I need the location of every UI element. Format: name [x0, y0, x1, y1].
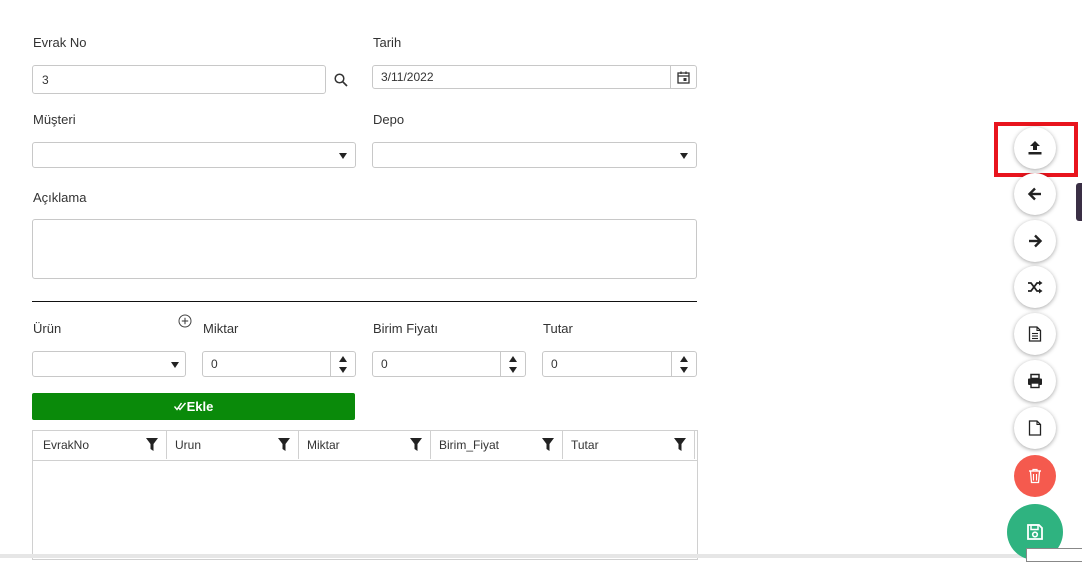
chevron-up-icon[interactable]	[509, 355, 517, 362]
birim-fiyati-stepper[interactable]: 0	[372, 351, 526, 377]
new-document-icon	[1028, 420, 1042, 436]
ekle-label: Ekle	[186, 399, 214, 414]
miktar-stepper[interactable]: 0	[202, 351, 356, 377]
tutar-stepper[interactable]: 0	[542, 351, 697, 377]
chevron-up-icon[interactable]	[339, 355, 347, 362]
column-header-tutar[interactable]: Tutar	[563, 431, 695, 459]
search-button[interactable]	[327, 65, 355, 94]
trash-icon	[1029, 468, 1041, 484]
calendar-button[interactable]	[670, 66, 696, 88]
miktar-spinner[interactable]	[330, 352, 355, 376]
urun-label: Ürün	[33, 321, 62, 336]
filter-icon[interactable]	[410, 438, 422, 451]
save-icon	[1027, 524, 1043, 540]
side-panel-tab[interactable]	[1076, 183, 1082, 221]
shuffle-icon	[1028, 280, 1043, 294]
column-header-evrakno[interactable]: EvrakNo	[35, 431, 167, 459]
chevron-down-icon	[339, 153, 347, 159]
print-icon	[1028, 373, 1042, 389]
evrak-no-value: 3	[42, 73, 49, 87]
musteri-select[interactable]	[32, 142, 356, 168]
tarih-label: Tarih	[373, 35, 402, 50]
birim-fiyati-label: Birim Fiyatı	[373, 321, 438, 336]
plus-circle-icon	[178, 314, 192, 328]
print-button[interactable]	[1014, 360, 1056, 402]
column-header-urun[interactable]: Urun	[167, 431, 299, 459]
aciklama-label: Açıklama	[33, 190, 87, 205]
filter-icon[interactable]	[278, 438, 290, 451]
check-double-icon	[173, 402, 186, 411]
previous-button[interactable]	[1014, 173, 1056, 215]
chevron-down-icon	[171, 362, 179, 368]
chevron-down-icon[interactable]	[339, 366, 347, 373]
depo-select[interactable]	[372, 142, 697, 168]
chevron-down-icon[interactable]	[680, 366, 688, 373]
ekle-button[interactable]: Ekle	[32, 393, 355, 420]
page-bottom-edge	[0, 554, 1082, 558]
search-icon	[334, 72, 348, 87]
tutar-label: Tutar	[543, 321, 573, 336]
aciklama-textarea[interactable]	[32, 219, 697, 279]
arrow-left-icon	[1027, 187, 1041, 201]
new-document-button[interactable]	[1014, 407, 1056, 449]
tarih-value: 3/11/2022	[381, 70, 434, 84]
document-button[interactable]	[1014, 313, 1056, 355]
shuffle-button[interactable]	[1014, 266, 1056, 308]
arrow-right-icon	[1029, 234, 1043, 248]
grid-header: EvrakNo Urun Miktar Birim_Fiyat Tutar	[33, 431, 697, 461]
column-header-miktar[interactable]: Miktar	[299, 431, 431, 459]
add-product-button[interactable]	[178, 314, 192, 328]
musteri-label: Müşteri	[33, 112, 76, 127]
miktar-label: Miktar	[203, 321, 239, 336]
section-divider	[32, 301, 697, 302]
delete-button[interactable]	[1014, 455, 1056, 497]
tarih-input[interactable]: 3/11/2022	[372, 65, 697, 89]
evrak-no-input[interactable]: 3	[32, 65, 326, 94]
birim-fiyati-spinner[interactable]	[500, 352, 525, 376]
column-header-birim-fiyat[interactable]: Birim_Fiyat	[431, 431, 563, 459]
filter-icon[interactable]	[542, 438, 554, 451]
filter-icon[interactable]	[674, 438, 686, 451]
chevron-up-icon[interactable]	[680, 355, 688, 362]
evrak-no-label: Evrak No	[33, 35, 87, 50]
urun-select[interactable]	[32, 351, 186, 377]
chevron-down-icon[interactable]	[509, 366, 517, 373]
items-grid: EvrakNo Urun Miktar Birim_Fiyat Tutar	[32, 430, 698, 560]
chevron-down-icon	[680, 153, 688, 159]
depo-label: Depo	[373, 112, 405, 127]
next-button[interactable]	[1014, 220, 1056, 262]
filter-icon[interactable]	[146, 438, 158, 451]
tutar-spinner[interactable]	[671, 352, 696, 376]
upload-button[interactable]	[1014, 127, 1056, 169]
upload-icon	[1028, 141, 1042, 155]
calendar-icon	[677, 71, 690, 84]
tooltip-fragment	[1026, 548, 1082, 562]
document-lines-icon	[1028, 326, 1042, 342]
